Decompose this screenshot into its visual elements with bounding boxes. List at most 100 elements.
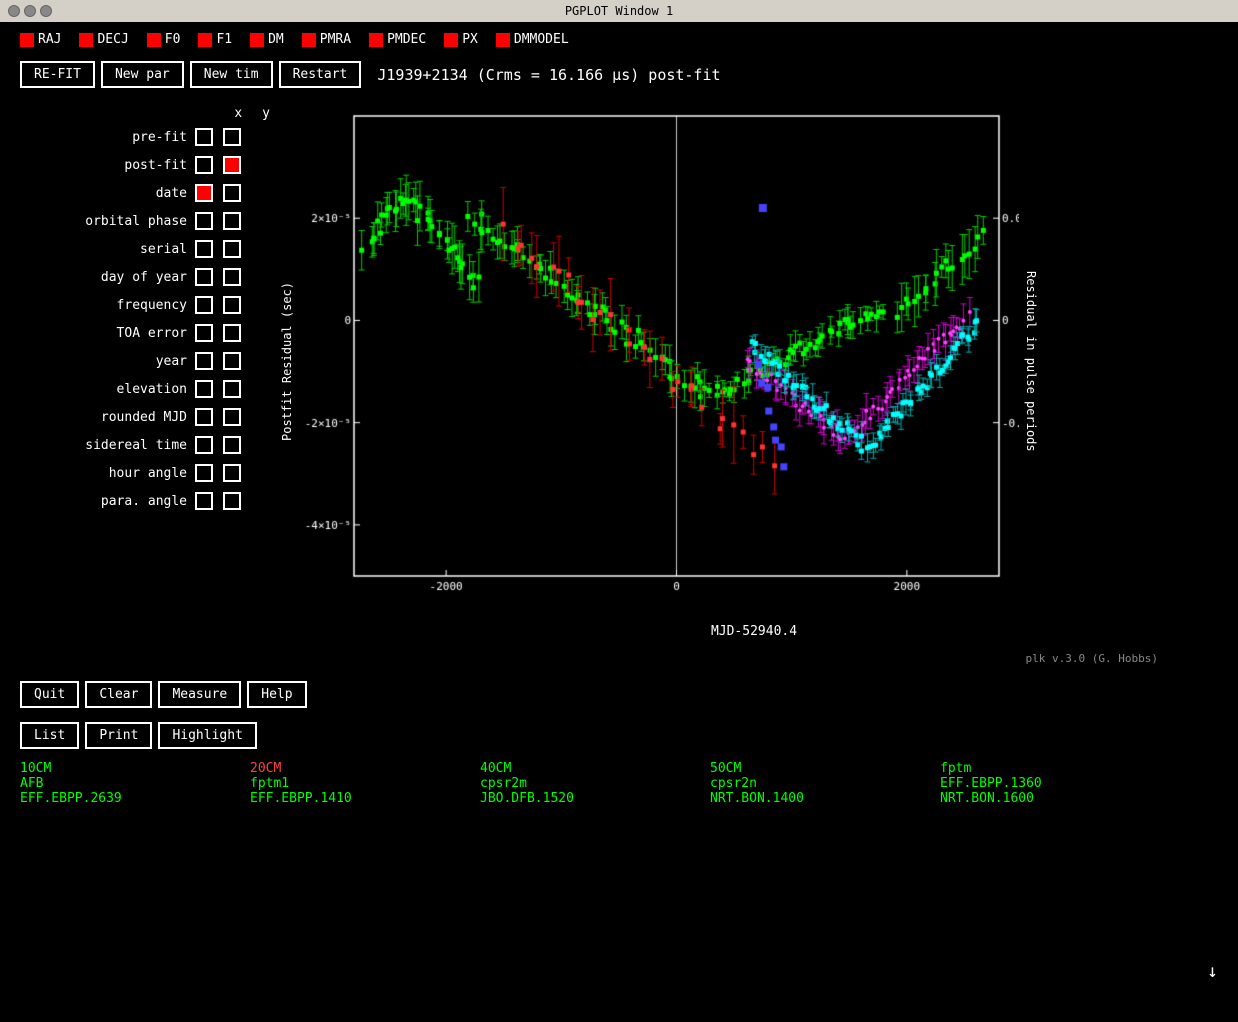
prefit-x-cb[interactable] — [195, 128, 213, 146]
frequency-y-cb[interactable] — [223, 296, 241, 314]
prefit-y-cb[interactable] — [223, 128, 241, 146]
date-x-cb[interactable] — [195, 184, 213, 202]
plot-canvas[interactable] — [299, 106, 1019, 616]
close-btn[interactable] — [8, 5, 20, 17]
param-f1[interactable]: F1 — [198, 32, 232, 47]
paraangle-x-cb[interactable] — [195, 492, 213, 510]
dmmodel-square — [496, 33, 510, 47]
measure-button[interactable]: Measure — [158, 681, 241, 708]
title-bar: PGPLOT Window 1 — [0, 0, 1238, 22]
row-serial[interactable]: serial — [10, 237, 280, 261]
date-y-cb[interactable] — [223, 184, 241, 202]
row-hour-angle[interactable]: hour angle — [10, 461, 280, 485]
frequency-x-cb[interactable] — [195, 296, 213, 314]
row-rounded-mjd[interactable]: rounded MJD — [10, 405, 280, 429]
toaerror-y-cb[interactable] — [223, 324, 241, 342]
row-dayofyear[interactable]: day of year — [10, 265, 280, 289]
plot-area: Postfit Residual (sec) Residual in pulse… — [280, 106, 1228, 666]
legend-10cm: 10CM — [20, 761, 250, 776]
toolbar: RE-FIT New par New tim Restart J1939+213… — [0, 57, 1238, 96]
legend-eff1410: EFF.EBPP.1410 — [250, 791, 480, 806]
roundedmjd-x-cb[interactable] — [195, 408, 213, 426]
newpar-button[interactable]: New par — [101, 61, 184, 88]
f1-square — [198, 33, 212, 47]
window-title: PGPLOT Window 1 — [565, 4, 673, 18]
postfit-x-cb[interactable] — [195, 156, 213, 174]
row-elevation[interactable]: elevation — [10, 377, 280, 401]
dm-square — [250, 33, 264, 47]
row-para-angle[interactable]: para. angle — [10, 489, 280, 513]
dayofyear-x-cb[interactable] — [195, 268, 213, 286]
pmra-square — [302, 33, 316, 47]
newtim-button[interactable]: New tim — [190, 61, 273, 88]
param-px[interactable]: PX — [444, 32, 478, 47]
param-decj[interactable]: DECJ — [79, 32, 128, 47]
dayofyear-y-cb[interactable] — [223, 268, 241, 286]
legend-50cm: 50CM — [710, 761, 940, 776]
quit-button[interactable]: Quit — [20, 681, 79, 708]
bottom-buttons-row1: Quit Clear Measure Help — [0, 673, 1238, 712]
paraangle-y-cb[interactable] — [223, 492, 241, 510]
f0-square — [147, 33, 161, 47]
year-x-cb[interactable] — [195, 352, 213, 370]
legend-col3: 40CM cpsr2m JBO.DFB.1520 — [480, 761, 710, 806]
param-raj[interactable]: RAJ — [20, 32, 61, 47]
postfit-y-cb[interactable] — [223, 156, 241, 174]
row-year[interactable]: year — [10, 349, 280, 373]
orbital-y-cb[interactable] — [223, 212, 241, 230]
legend-nrt1400: NRT.BON.1400 — [710, 791, 940, 806]
legend-cpsr2m: cpsr2m — [480, 776, 710, 791]
row-orbital-phase[interactable]: orbital phase — [10, 209, 280, 233]
hourangle-x-cb[interactable] — [195, 464, 213, 482]
print-button[interactable]: Print — [85, 722, 152, 749]
elevation-y-cb[interactable] — [223, 380, 241, 398]
hourangle-y-cb[interactable] — [223, 464, 241, 482]
refit-button[interactable]: RE-FIT — [20, 61, 95, 88]
legend-col2: 20CM fptm1 EFF.EBPP.1410 — [250, 761, 480, 806]
y-axis-left-label: Postfit Residual (sec) — [280, 282, 294, 441]
maximize-btn[interactable] — [40, 5, 52, 17]
year-y-cb[interactable] — [223, 352, 241, 370]
y-axis-right-label: Residual in pulse periods — [1024, 271, 1038, 452]
param-checkboxes: RAJ DECJ F0 F1 DM PMRA PMDEC PX DMMODEL — [0, 22, 1238, 57]
row-date[interactable]: date — [10, 181, 280, 205]
param-pmdec[interactable]: PMDEC — [369, 32, 426, 47]
row-prefit[interactable]: pre-fit — [10, 125, 280, 149]
legend-nrt1600: NRT.BON.1600 — [940, 791, 1170, 806]
raj-square — [20, 33, 34, 47]
minimize-btn[interactable] — [24, 5, 36, 17]
pmdec-square — [369, 33, 383, 47]
param-pmra[interactable]: PMRA — [302, 32, 351, 47]
toaerror-x-cb[interactable] — [195, 324, 213, 342]
main-area: x y pre-fit post-fit date orb — [0, 96, 1238, 666]
legend-fptm: fptm — [940, 761, 1170, 776]
restart-button[interactable]: Restart — [279, 61, 362, 88]
clear-button[interactable]: Clear — [85, 681, 152, 708]
row-sidereal-time[interactable]: sidereal time — [10, 433, 280, 457]
elevation-x-cb[interactable] — [195, 380, 213, 398]
legend-col5: fptm EFF.EBPP.1360 NRT.BON.1600 — [940, 761, 1170, 806]
legend-eff1360: EFF.EBPP.1360 — [940, 776, 1170, 791]
sidereal-y-cb[interactable] — [223, 436, 241, 454]
legend-fptm1: fptm1 — [250, 776, 480, 791]
scroll-down-arrow[interactable]: ↓ — [1207, 961, 1218, 982]
serial-y-cb[interactable] — [223, 240, 241, 258]
legend-afb: AFB — [20, 776, 250, 791]
roundedmjd-y-cb[interactable] — [223, 408, 241, 426]
sidereal-x-cb[interactable] — [195, 436, 213, 454]
legend: 10CM AFB EFF.EBPP.2639 20CM fptm1 EFF.EB… — [0, 753, 1238, 814]
param-dm[interactable]: DM — [250, 32, 284, 47]
orbital-x-cb[interactable] — [195, 212, 213, 230]
help-button[interactable]: Help — [247, 681, 306, 708]
legend-col4: 50CM cpsr2n NRT.BON.1400 — [710, 761, 940, 806]
row-toa-error[interactable]: TOA error — [10, 321, 280, 345]
decj-square — [79, 33, 93, 47]
row-postfit[interactable]: post-fit — [10, 153, 280, 177]
highlight-button[interactable]: Highlight — [158, 722, 256, 749]
serial-x-cb[interactable] — [195, 240, 213, 258]
list-button[interactable]: List — [20, 722, 79, 749]
param-f0[interactable]: F0 — [147, 32, 181, 47]
row-frequency[interactable]: frequency — [10, 293, 280, 317]
param-dmmodel[interactable]: DMMODEL — [496, 32, 569, 47]
legend-jbo1520: JBO.DFB.1520 — [480, 791, 710, 806]
